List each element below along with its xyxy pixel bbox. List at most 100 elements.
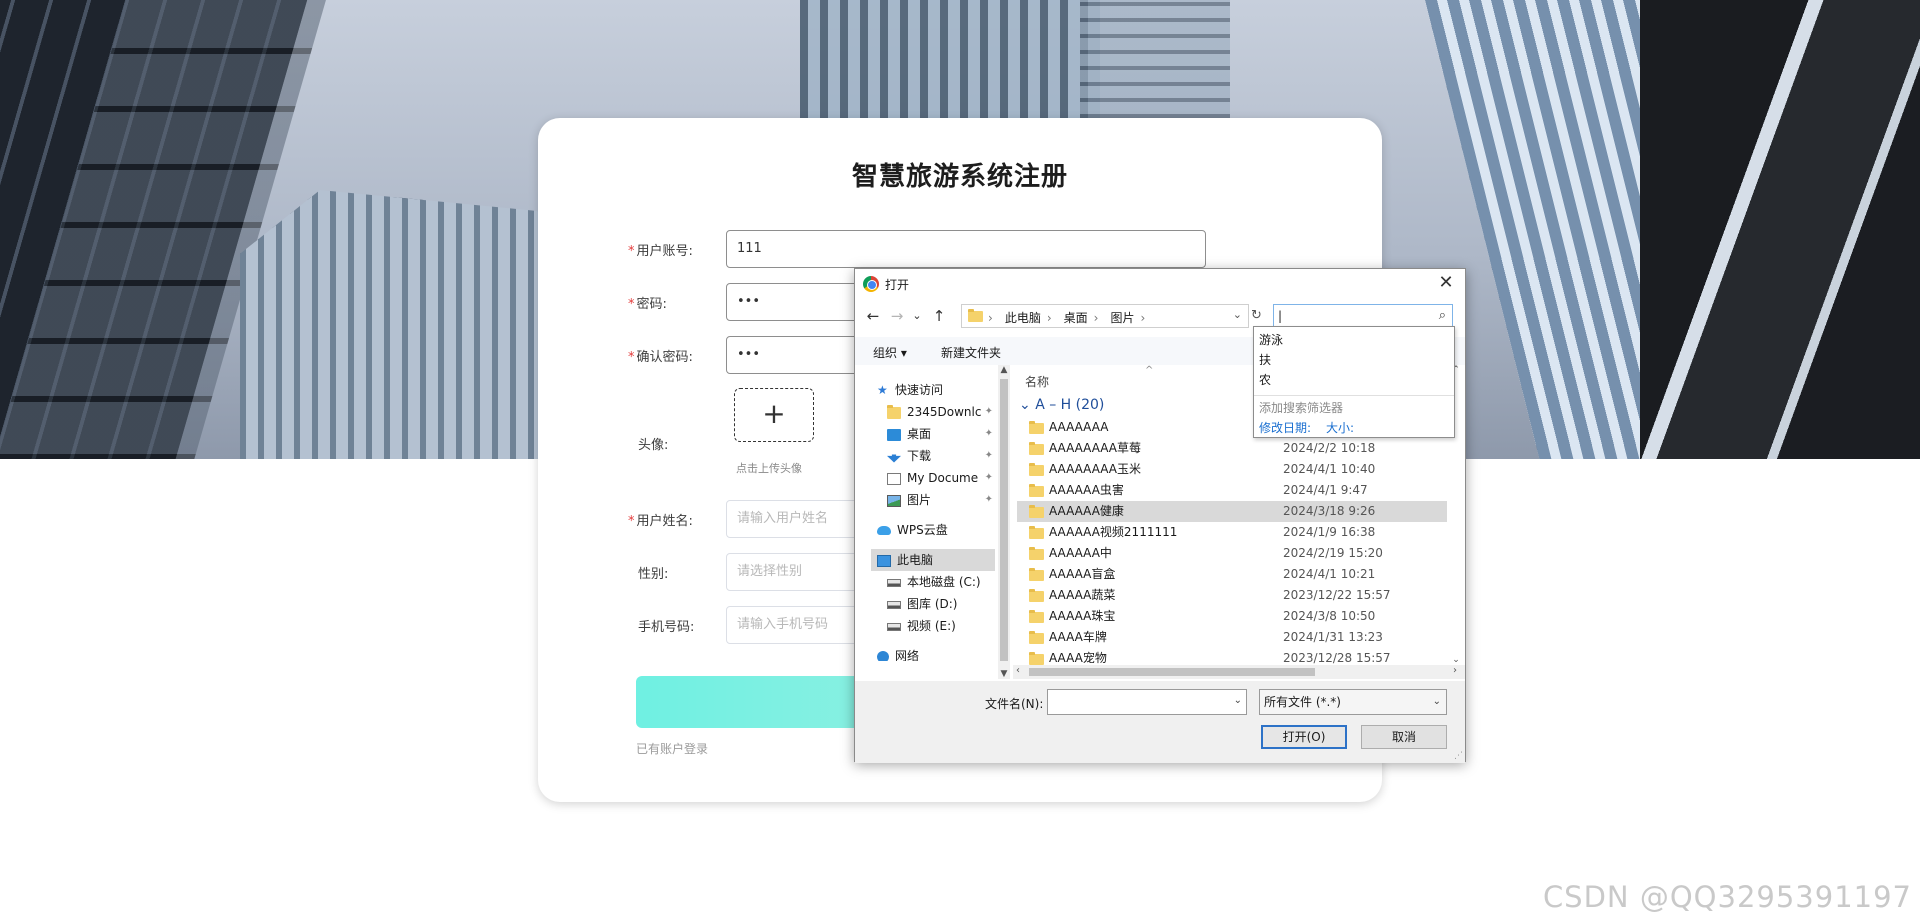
filename-input[interactable]: ⌄ <box>1047 689 1247 715</box>
file-name: AAAAAA中 <box>1049 546 1112 560</box>
filter-size[interactable]: 大小: <box>1326 419 1354 436</box>
suggestion-item[interactable]: 扶 <box>1259 351 1271 368</box>
computer-icon <box>877 554 891 567</box>
file-row[interactable]: AAAAAA健康 2024/3/18 9:26 <box>1017 501 1447 522</box>
file-row[interactable]: AAAA车牌 2024/1/31 13:23 <box>1017 627 1447 648</box>
file-date: 2024/4/1 10:40 <box>1283 462 1376 476</box>
pin-icon: ✦ <box>984 494 993 505</box>
file-date: 2023/12/22 15:57 <box>1283 588 1391 602</box>
breadcrumb-item[interactable]: 桌面 <box>1064 311 1088 325</box>
scroll-down-icon[interactable]: ⌄ <box>1449 655 1463 665</box>
folder-icon <box>1029 463 1044 476</box>
add-filter-label: 添加搜索筛选器 <box>1259 401 1344 415</box>
folder-icon <box>1029 610 1044 623</box>
filter-modified-date[interactable]: 修改日期: <box>1259 419 1311 436</box>
address-bar[interactable]: › 此电脑 › 桌面 › 图片 › ⌄ <box>961 304 1249 328</box>
file-name: AAAAAAA <box>1049 420 1109 434</box>
account-label: * 用户账号: <box>628 244 693 259</box>
chevron-down-icon[interactable]: ⌄ <box>1233 308 1242 321</box>
scroll-up-icon[interactable]: ▲ <box>998 365 1010 375</box>
horizontal-scrollbar[interactable]: ‹ › <box>1013 665 1465 679</box>
suggestion-item[interactable]: 农 <box>1259 371 1271 388</box>
search-input[interactable]: | ⌕ <box>1273 304 1453 328</box>
back-arrow-icon[interactable]: ← <box>863 306 883 326</box>
chevron-down-icon: ⌄ <box>1432 696 1441 707</box>
file-name: AAAA车牌 <box>1049 630 1107 644</box>
star-icon: ★ <box>877 383 888 397</box>
nav-item-downloads[interactable]: 下载 ✦ <box>887 445 995 467</box>
folder-icon <box>1029 589 1044 602</box>
file-name: AAAAAA健康 <box>1049 504 1124 518</box>
pin-icon: ✦ <box>984 406 993 417</box>
new-folder-button[interactable]: 新建文件夹 <box>941 344 1001 361</box>
avatar-upload-tip: 点击上传头像 <box>736 462 802 475</box>
scroll-thumb[interactable] <box>1000 379 1008 661</box>
nav-item-my-documents[interactable]: My Docume ✦ <box>887 467 995 489</box>
file-row[interactable]: AAAAAA虫害 2024/4/1 9:47 <box>1017 480 1447 501</box>
file-row[interactable]: AAAAA珠宝 2024/3/8 10:50 <box>1017 606 1447 627</box>
file-date: 2024/3/8 10:50 <box>1283 609 1376 623</box>
nav-item-this-pc[interactable]: 此电脑 <box>871 549 995 571</box>
nav-item-pictures[interactable]: 图片 ✦ <box>887 489 995 511</box>
file-row[interactable]: AAAAA盲盒 2024/4/1 10:21 <box>1017 564 1447 585</box>
scroll-left-icon[interactable]: ‹ <box>1016 665 1020 676</box>
organize-menu[interactable]: 组织 ▾ <box>873 344 907 361</box>
name-label: * 用户姓名: <box>628 514 693 529</box>
nav-item-drive-e[interactable]: 视频 (E:) <box>887 615 995 637</box>
scroll-down-icon[interactable]: ▼ <box>998 669 1010 679</box>
breadcrumb-item[interactable]: 图片 <box>1110 311 1134 325</box>
folder-icon <box>1029 568 1044 581</box>
nav-item-drive-c[interactable]: 本地磁盘 (C:) <box>887 571 995 593</box>
file-date: 2024/1/31 13:23 <box>1283 630 1383 644</box>
open-button[interactable]: 打开(O) <box>1261 725 1347 749</box>
breadcrumb: › 此电脑 › 桌面 › 图片 › <box>988 311 1146 325</box>
breadcrumb-item[interactable]: 此电脑 <box>1005 311 1041 325</box>
nav-item-wps-cloud[interactable]: WPS云盘 <box>877 519 995 541</box>
nav-item-2345downloads[interactable]: 2345Downlc ✦ <box>887 401 995 423</box>
navigation-pane: ★ 快速访问 2345Downlc ✦ 桌面 ✦ 下载 ✦ My Docume ✦ 图片 ✦… <box>855 365 1009 679</box>
close-icon[interactable]: ✕ <box>1433 271 1459 295</box>
refresh-icon[interactable]: ↻ <box>1251 308 1262 323</box>
file-name: AAAAAA虫害 <box>1049 483 1124 497</box>
avatar-label: 头像: <box>638 438 669 453</box>
dialog-footer: 文件名(N): ⌄ 所有文件 (*.*) ⌄ 打开(O) 取消 ⋰ <box>855 681 1465 763</box>
file-date: 2024/2/2 10:18 <box>1283 441 1376 455</box>
file-row[interactable]: AAAAAA视频2111111 2024/1/9 16:38 <box>1017 522 1447 543</box>
filename-label: 文件名(N): <box>985 697 1044 711</box>
file-row[interactable]: AAAAA蔬菜 2023/12/22 15:57 <box>1017 585 1447 606</box>
nav-item-desktop[interactable]: 桌面 ✦ <box>887 423 995 445</box>
file-row[interactable]: AAAAAAAA草莓 2024/2/2 10:18 <box>1017 438 1447 459</box>
phone-label: 手机号码: <box>638 620 695 635</box>
desktop-icon <box>887 428 901 441</box>
suggestion-item[interactable]: 游泳 <box>1259 331 1283 348</box>
file-row[interactable]: AAAAAA中 2024/2/19 15:20 <box>1017 543 1447 564</box>
download-icon <box>887 450 901 463</box>
scroll-thumb[interactable] <box>1029 668 1315 676</box>
filetype-select[interactable]: 所有文件 (*.*) ⌄ <box>1259 689 1447 715</box>
chrome-icon <box>863 276 879 292</box>
search-icon[interactable]: ⌕ <box>1439 308 1446 323</box>
dialog-titlebar[interactable]: 打开 ✕ <box>855 269 1465 299</box>
file-name: AAAAAAAA草莓 <box>1049 441 1142 455</box>
forward-arrow-icon[interactable]: → <box>887 306 907 326</box>
group-header[interactable]: ⌄ A – H (20) <box>1019 397 1104 413</box>
account-input[interactable]: 111 <box>726 230 1206 268</box>
network-icon <box>877 650 889 661</box>
pin-icon: ✦ <box>984 472 993 483</box>
up-arrow-icon[interactable]: ↑ <box>929 306 949 326</box>
cancel-button[interactable]: 取消 <box>1361 725 1447 749</box>
login-link[interactable]: 已有账户登录 <box>636 740 708 757</box>
file-row[interactable]: AAAAAAAA玉米 2024/4/1 10:40 <box>1017 459 1447 480</box>
resize-grip-icon[interactable]: ⋰ <box>1454 751 1463 761</box>
nav-item-network[interactable]: 网络 <box>877 645 995 661</box>
column-header-name[interactable]: 名称 <box>1025 373 1049 390</box>
gender-label: 性别: <box>638 567 669 582</box>
nav-item-quick-access[interactable]: ★ 快速访问 <box>877 379 995 401</box>
recent-locations-icon[interactable]: ⌄ <box>907 306 927 326</box>
nav-pane-scrollbar[interactable]: ▲ ▼ <box>998 365 1010 679</box>
chevron-down-icon[interactable]: ⌄ <box>1234 695 1242 706</box>
scroll-right-icon[interactable]: › <box>1453 665 1457 676</box>
file-date: 2024/4/1 10:21 <box>1283 567 1376 581</box>
avatar-upload[interactable]: + <box>734 388 814 442</box>
nav-item-drive-d[interactable]: 图库 (D:) <box>887 593 995 615</box>
